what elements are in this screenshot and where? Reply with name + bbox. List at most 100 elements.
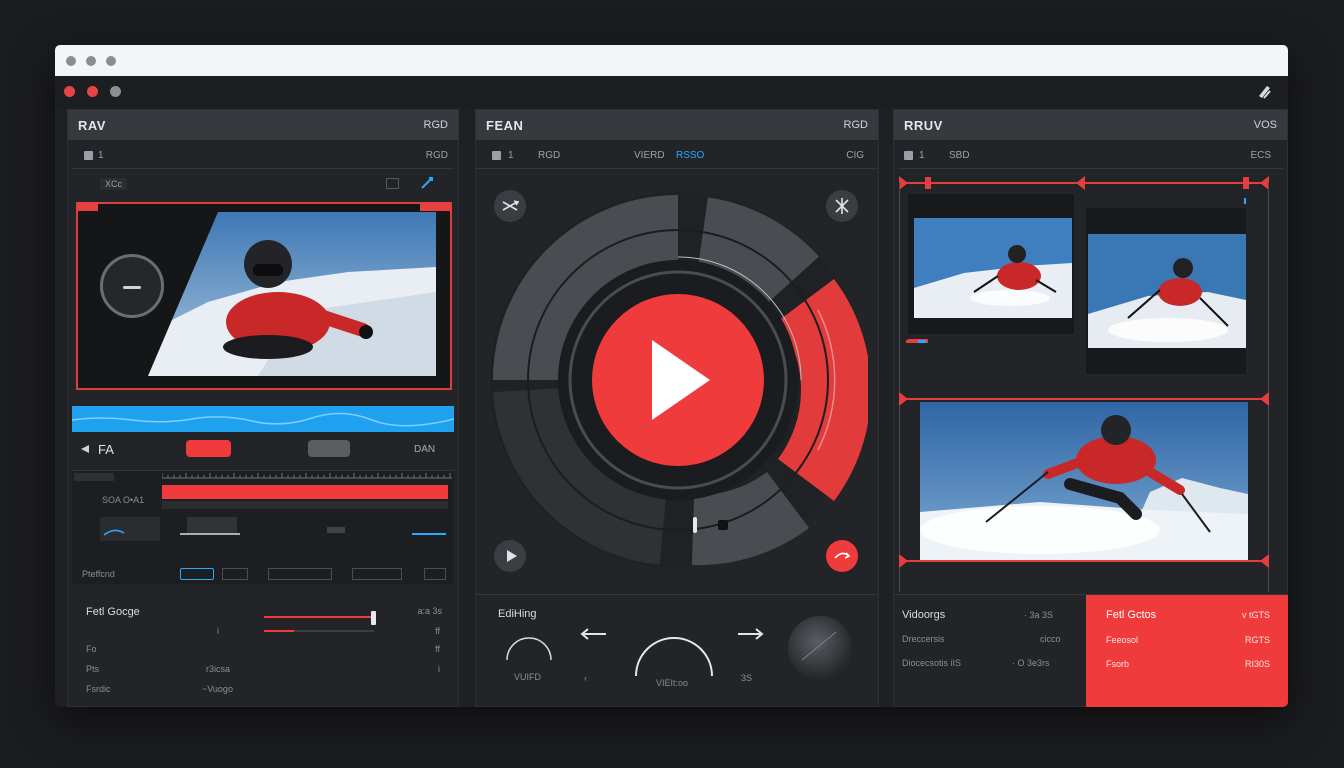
clips-panel: RRUV VOS 1 SBD ECS Vidoorgs · 3a 3S Drec… bbox=[893, 109, 1288, 707]
crop-icon[interactable] bbox=[386, 178, 399, 189]
checkbox-icon[interactable] bbox=[904, 151, 913, 160]
keyframe[interactable] bbox=[424, 568, 446, 580]
sub-value: 1 bbox=[919, 150, 925, 161]
panel-title: RAV bbox=[78, 118, 106, 133]
panel-header: FEAN RGD bbox=[476, 110, 878, 140]
property-value: i bbox=[217, 626, 219, 636]
stats-label: Diocecsotis iIS bbox=[902, 658, 962, 668]
keyframe[interactable] bbox=[352, 568, 402, 580]
preview-image bbox=[148, 212, 436, 376]
highlight-label: Fsorb bbox=[1106, 659, 1130, 669]
stats-value: · 3a 3S bbox=[1024, 610, 1054, 620]
arrow-left-icon[interactable] bbox=[578, 627, 608, 641]
stats-label: Dreccersis bbox=[902, 634, 945, 644]
clip-card[interactable] bbox=[908, 194, 1074, 343]
panel-header-value: RGD bbox=[423, 119, 448, 131]
clip-thumbnail bbox=[914, 218, 1072, 318]
sub-value: VIERD bbox=[634, 150, 665, 161]
timeline-ruler bbox=[162, 473, 452, 479]
properties-value: ff bbox=[435, 644, 440, 654]
arc-gauge-left[interactable] bbox=[504, 632, 554, 662]
playback-dial[interactable] bbox=[488, 190, 868, 572]
maximize-icon[interactable] bbox=[110, 86, 121, 97]
clip-thumbnail bbox=[1088, 234, 1246, 348]
curve-icon bbox=[103, 529, 125, 536]
sub-value: RGD bbox=[538, 150, 561, 161]
range-bar[interactable] bbox=[902, 182, 1268, 184]
record-knob[interactable] bbox=[100, 254, 164, 318]
sub-value: SBD bbox=[949, 150, 970, 161]
page-next[interactable]: 3S bbox=[741, 673, 752, 683]
range-bar[interactable] bbox=[902, 560, 1268, 562]
track-label: SOA O•A1 bbox=[102, 495, 145, 505]
property-label: Fsrdic bbox=[86, 684, 111, 694]
source-panel: RAV RGD 1 RGD XCc FA DAN SOA O•A1 Pteffc… bbox=[67, 109, 459, 707]
close-icon[interactable] bbox=[64, 86, 75, 97]
stats-value: cicco bbox=[1040, 634, 1061, 644]
sub-value: CIG bbox=[846, 150, 864, 161]
stats-title: Vidoorgs bbox=[902, 609, 946, 621]
properties-title: Fetl Gocge bbox=[86, 606, 140, 618]
highlight-title: Fetl Gctos bbox=[1106, 609, 1157, 621]
keyframe[interactable] bbox=[268, 568, 332, 580]
app-window: RAV RGD 1 RGD XCc FA DAN SOA O•A1 Pteffc… bbox=[55, 45, 1288, 707]
panel-header-value: RGD bbox=[843, 119, 868, 131]
property-value: ~Vuogo bbox=[202, 684, 233, 694]
record-button[interactable] bbox=[186, 440, 231, 457]
track-label: Pteffcnd bbox=[82, 569, 115, 579]
panel-header-value: VOS bbox=[1253, 119, 1277, 131]
keyframe-selected[interactable] bbox=[180, 568, 214, 580]
rewind-icon[interactable] bbox=[80, 444, 90, 454]
arc-gauge-center[interactable] bbox=[632, 618, 716, 680]
properties-section: Fetl Gocge a:a 3s ff Fo i ff Pts r3icsa … bbox=[72, 592, 454, 704]
clip-tag: XCc bbox=[100, 178, 128, 190]
window-dot-icon[interactable] bbox=[66, 56, 76, 66]
highlight-label: Feeosol bbox=[1106, 635, 1139, 645]
gauge-label: VUIFD bbox=[514, 672, 541, 682]
page-prev[interactable]: ‹ bbox=[584, 673, 587, 683]
editing-title: EdiHing bbox=[498, 608, 537, 620]
sub-value: 1 bbox=[98, 150, 104, 161]
keyframe[interactable] bbox=[222, 568, 248, 580]
highlight-value: v tGTS bbox=[1241, 610, 1270, 620]
gauge-label: VIEIt:oo bbox=[656, 678, 689, 688]
stop-button[interactable] bbox=[308, 440, 350, 457]
highlight-card[interactable]: Fetl Gctos v tGTS Feeosol RGTS Fsorb RI3… bbox=[1086, 595, 1288, 707]
player-panel: FEAN RGD 1 RGD VIERD RSSO CIG EdiHing VU… bbox=[475, 109, 879, 707]
slider-handle[interactable] bbox=[371, 611, 376, 625]
loop-button[interactable] bbox=[826, 540, 858, 572]
highlight-value: RGTS bbox=[1244, 635, 1270, 645]
minimize-icon[interactable] bbox=[87, 86, 98, 97]
transport-right-label: DAN bbox=[414, 444, 436, 455]
main-clip-image[interactable] bbox=[920, 402, 1248, 560]
app-titlebar bbox=[55, 76, 1288, 109]
timeline-clip-red[interactable] bbox=[162, 485, 448, 499]
property-value: r3icsa bbox=[206, 664, 231, 674]
window-dot-icon[interactable] bbox=[106, 56, 116, 66]
play-small-button[interactable] bbox=[494, 540, 526, 572]
transport-label: FA bbox=[98, 442, 114, 457]
jog-wheel[interactable] bbox=[788, 616, 852, 680]
panel-header: RRUV VOS bbox=[894, 110, 1287, 140]
property-label: Pts bbox=[86, 664, 100, 674]
panel-title: RRUV bbox=[904, 118, 943, 133]
sub-value: ECS bbox=[1250, 150, 1271, 161]
stats-value: · O 3e3rs bbox=[1012, 658, 1050, 668]
sub-value-active[interactable]: RSSO bbox=[676, 150, 704, 161]
checkbox-icon[interactable] bbox=[492, 151, 501, 160]
arrow-right-icon[interactable] bbox=[736, 627, 766, 641]
preview-frame[interactable] bbox=[76, 202, 452, 390]
pen-icon[interactable] bbox=[420, 176, 434, 190]
timeline[interactable]: SOA O•A1 Pteffcnd bbox=[72, 470, 454, 584]
sub-value: RGD bbox=[425, 150, 448, 161]
audio-waveform[interactable] bbox=[72, 406, 454, 432]
range-bar[interactable] bbox=[902, 398, 1268, 400]
checkbox-icon[interactable] bbox=[84, 151, 93, 160]
property-value: i bbox=[438, 664, 440, 674]
panel-header: RAV RGD bbox=[68, 110, 458, 140]
window-dot-icon[interactable] bbox=[86, 56, 96, 66]
properties-value: a:a 3s bbox=[417, 606, 442, 616]
clip-card[interactable] bbox=[1086, 208, 1246, 374]
browser-chrome bbox=[55, 45, 1288, 76]
panel-title: FEAN bbox=[486, 118, 524, 133]
